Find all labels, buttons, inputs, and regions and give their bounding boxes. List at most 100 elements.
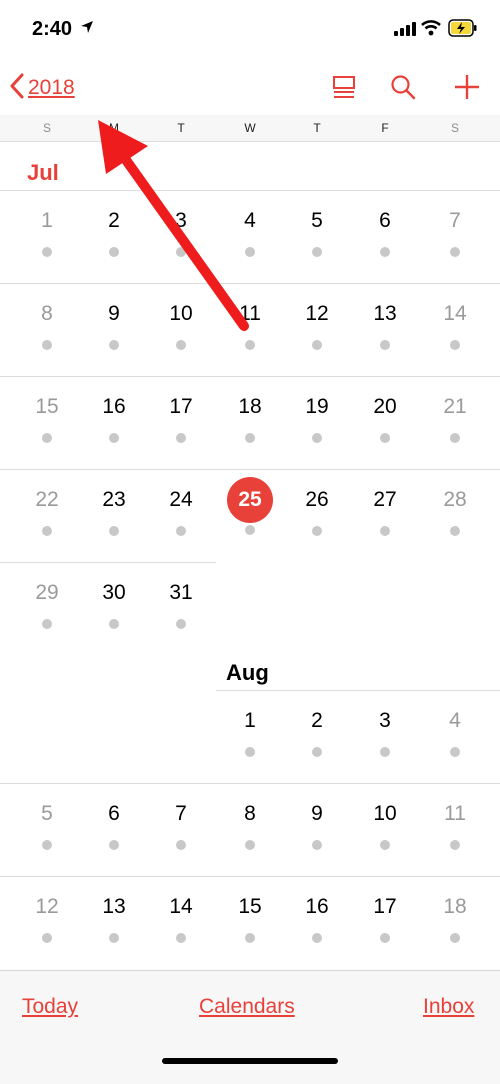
event-dot — [450, 526, 460, 536]
status-bar: 2:40 — [0, 0, 500, 60]
weekday-label: W — [244, 121, 256, 135]
today-button[interactable]: Today — [22, 995, 78, 1019]
day-number: 2 — [108, 209, 120, 232]
calendar-day[interactable]: 6 — [355, 203, 415, 257]
calendar-day[interactable]: 18 — [425, 889, 485, 943]
calendar-day[interactable]: 12 — [287, 296, 347, 350]
location-arrow-icon — [80, 20, 94, 39]
month-label-jul: Jul — [27, 160, 59, 185]
calendar-day[interactable]: 31 — [151, 575, 211, 629]
calendar-day[interactable]: 7 — [425, 203, 485, 257]
day-number: 13 — [373, 302, 397, 325]
event-dot — [312, 247, 322, 257]
nav-bar: 2018 — [0, 60, 500, 115]
calendar-day[interactable]: 27 — [355, 482, 415, 536]
calendar-day[interactable]: 6 — [84, 796, 144, 850]
calendar-day[interactable]: 19 — [287, 389, 347, 443]
calendar-day[interactable]: 30 — [84, 575, 144, 629]
calendar-day[interactable]: 14 — [151, 889, 211, 943]
day-number: 7 — [175, 802, 187, 825]
day-number: 4 — [449, 709, 461, 732]
calendar-day[interactable]: 11 — [425, 796, 485, 850]
calendar-day[interactable]: 10 — [151, 296, 211, 350]
calendar-day[interactable]: 23 — [84, 482, 144, 536]
inbox-button[interactable]: Inbox — [423, 995, 474, 1019]
calendar-day[interactable]: 2 — [287, 703, 347, 757]
calendar-day[interactable]: 25 — [220, 477, 280, 535]
day-number: 20 — [373, 395, 397, 418]
calendar-day[interactable]: 8 — [17, 296, 77, 350]
list-view-icon[interactable] — [332, 74, 356, 105]
day-number: 11 — [239, 302, 261, 325]
calendar-day[interactable]: 15 — [220, 889, 280, 943]
day-number: 6 — [379, 209, 391, 232]
event-dot — [450, 933, 460, 943]
calendar-day[interactable]: 12 — [17, 889, 77, 943]
day-number: 3 — [175, 209, 187, 232]
weekday-label: T — [177, 121, 185, 135]
calendar-day[interactable]: 14 — [425, 296, 485, 350]
calendar-day[interactable]: 9 — [287, 796, 347, 850]
calendar-day[interactable]: 11 — [220, 296, 280, 350]
calendar-day[interactable]: 1 — [17, 203, 77, 257]
event-dot — [42, 840, 52, 850]
event-dot — [176, 840, 186, 850]
event-dot — [380, 933, 390, 943]
day-number: 5 — [311, 209, 323, 232]
calendar-day[interactable]: 15 — [17, 389, 77, 443]
status-time: 2:40 — [32, 18, 73, 40]
calendar-day[interactable]: 10 — [355, 796, 415, 850]
row-divider — [0, 562, 216, 563]
calendars-button[interactable]: Calendars — [199, 995, 295, 1019]
event-dot — [176, 433, 186, 443]
event-dot — [245, 840, 255, 850]
add-icon[interactable] — [454, 74, 480, 105]
calendar-day[interactable]: 5 — [17, 796, 77, 850]
calendar-day[interactable]: 13 — [84, 889, 144, 943]
calendar-day[interactable]: 1 — [220, 703, 280, 757]
calendar-day[interactable]: 21 — [425, 389, 485, 443]
event-dot — [380, 247, 390, 257]
calendar-day[interactable]: 28 — [425, 482, 485, 536]
calendar-day[interactable]: 4 — [425, 703, 485, 757]
day-number: 18 — [443, 895, 467, 918]
calendar-day[interactable]: 20 — [355, 389, 415, 443]
event-dot — [245, 747, 255, 757]
calendar-day[interactable]: 2 — [84, 203, 144, 257]
event-dot — [380, 747, 390, 757]
event-dot — [42, 619, 52, 629]
calendar-day[interactable]: 9 — [84, 296, 144, 350]
day-number: 8 — [244, 802, 256, 825]
event-dot — [380, 840, 390, 850]
row-divider — [0, 469, 500, 470]
calendar-day[interactable]: 16 — [287, 889, 347, 943]
chevron-left-icon — [10, 73, 24, 104]
calendar-day[interactable]: 5 — [287, 203, 347, 257]
calendar-day[interactable]: 26 — [287, 482, 347, 536]
weekday-label: F — [381, 121, 389, 135]
day-number: 16 — [305, 895, 329, 918]
event-dot — [312, 933, 322, 943]
day-number: 26 — [305, 488, 329, 511]
calendar-day[interactable]: 7 — [151, 796, 211, 850]
calendar-day[interactable]: 24 — [151, 482, 211, 536]
calendar-day[interactable]: 17 — [355, 889, 415, 943]
calendar-day[interactable]: 8 — [220, 796, 280, 850]
weekday-label: M — [109, 121, 119, 135]
calendar-day[interactable]: 22 — [17, 482, 77, 536]
event-dot — [42, 433, 52, 443]
calendar-day[interactable]: 3 — [355, 703, 415, 757]
calendar-day[interactable]: 13 — [355, 296, 415, 350]
calendar-day[interactable]: 3 — [151, 203, 211, 257]
bottom-toolbar: Today Calendars Inbox — [0, 970, 500, 1084]
back-to-year-button[interactable]: 2018 — [10, 72, 75, 104]
row-divider — [0, 283, 500, 284]
event-dot — [176, 340, 186, 350]
search-icon[interactable] — [390, 74, 416, 105]
calendar-day[interactable]: 17 — [151, 389, 211, 443]
event-dot — [109, 840, 119, 850]
calendar-day[interactable]: 4 — [220, 203, 280, 257]
calendar-day[interactable]: 18 — [220, 389, 280, 443]
calendar-day[interactable]: 29 — [17, 575, 77, 629]
calendar-day[interactable]: 16 — [84, 389, 144, 443]
